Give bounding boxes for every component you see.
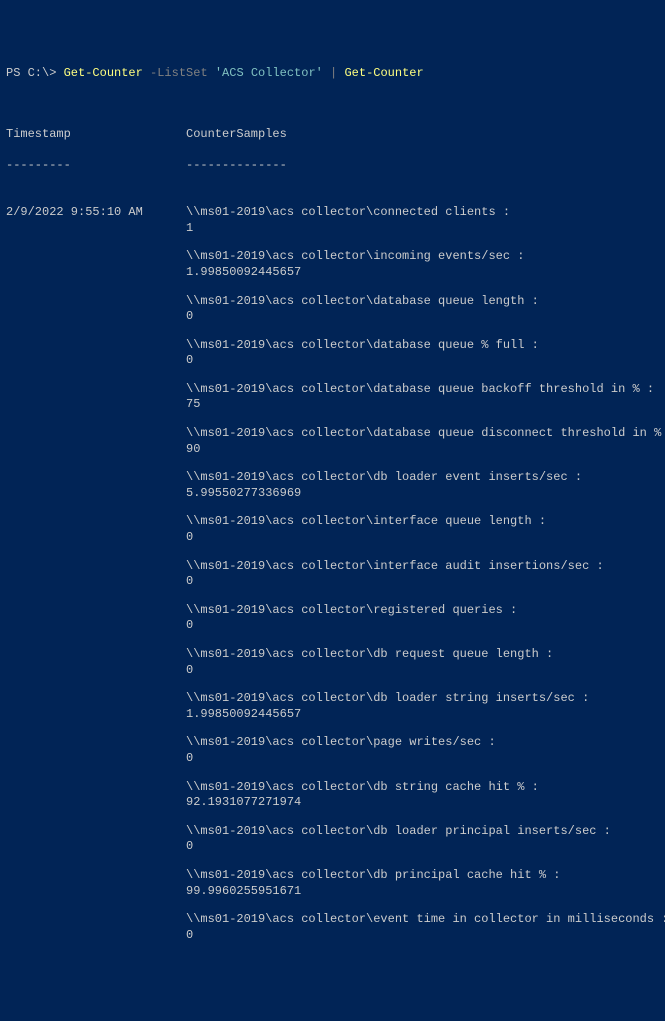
row-gap	[6, 457, 659, 470]
row-gap	[6, 634, 659, 647]
counter-value: 0	[186, 663, 659, 679]
counter-row: \\ms01-2019\acs collector\interface queu…	[6, 514, 659, 545]
counter-value: 5.99550277336969	[186, 486, 659, 502]
counter-path: \\ms01-2019\acs collector\event time in …	[186, 912, 665, 928]
counter-path: \\ms01-2019\acs collector\database queue…	[186, 338, 659, 354]
header-countersamples: CounterSamples	[186, 127, 659, 143]
counter-row: \\ms01-2019\acs collector\db request que…	[6, 647, 659, 678]
row-gap	[6, 501, 659, 514]
counter-value: 75	[186, 397, 659, 413]
counter-value: 0	[186, 309, 659, 325]
counter-value: 99.9960255951671	[186, 884, 659, 900]
header-timestamp: Timestamp	[6, 127, 186, 143]
counter-sample-cell: \\ms01-2019\acs collector\database queue…	[186, 382, 659, 413]
counter-path: \\ms01-2019\acs collector\db loader stri…	[186, 691, 659, 707]
counter-row: \\ms01-2019\acs collector\registered que…	[6, 603, 659, 634]
counter-path: \\ms01-2019\acs collector\db request que…	[186, 647, 659, 663]
output-header-dashes: --------- --------------	[6, 158, 659, 174]
row-gap	[6, 369, 659, 382]
counter-row: \\ms01-2019\acs collector\database queue…	[6, 426, 659, 457]
counter-path: \\ms01-2019\acs collector\database queue…	[186, 382, 659, 398]
counter-value: 0	[186, 530, 659, 546]
counter-sample-cell: \\ms01-2019\acs collector\page writes/se…	[186, 735, 659, 766]
counter-row: \\ms01-2019\acs collector\event time in …	[6, 912, 659, 943]
counter-path: \\ms01-2019\acs collector\database queue…	[186, 426, 665, 442]
counter-path: \\ms01-2019\acs collector\incoming event…	[186, 249, 659, 265]
counter-row: \\ms01-2019\acs collector\page writes/se…	[6, 735, 659, 766]
cmdlet-1: Get-Counter	[64, 66, 143, 80]
counter-sample-cell: \\ms01-2019\acs collector\interface queu…	[186, 514, 659, 545]
output-header-row: Timestamp CounterSamples	[6, 127, 659, 143]
counter-value: 0	[186, 618, 659, 634]
dash-timestamp: ---------	[6, 158, 186, 174]
counter-sample-cell: \\ms01-2019\acs collector\db loader even…	[186, 470, 659, 501]
counter-value: 1.99850092445657	[186, 707, 659, 723]
counter-row: \\ms01-2019\acs collector\database queue…	[6, 294, 659, 325]
row-gap	[6, 678, 659, 691]
row-gap	[6, 811, 659, 824]
counter-sample-cell: \\ms01-2019\acs collector\db loader stri…	[186, 691, 659, 722]
row-gap	[6, 325, 659, 338]
counter-value: 0	[186, 839, 659, 855]
counter-row: \\ms01-2019\acs collector\database queue…	[6, 382, 659, 413]
counter-path: \\ms01-2019\acs collector\db loader prin…	[186, 824, 659, 840]
prompt-line[interactable]: PS C:\> Get-Counter -ListSet 'ACS Collec…	[6, 66, 659, 82]
counter-row: \\ms01-2019\acs collector\db string cach…	[6, 780, 659, 811]
timestamp-cell: 2/9/2022 9:55:10 AM	[6, 205, 186, 221]
counter-value: 0	[186, 574, 659, 590]
counter-sample-cell: \\ms01-2019\acs collector\db request que…	[186, 647, 659, 678]
counter-sample-cell: \\ms01-2019\acs collector\connected clie…	[186, 205, 659, 236]
counter-sample-cell: \\ms01-2019\acs collector\database queue…	[186, 338, 659, 369]
dash-countersamples: --------------	[186, 158, 659, 174]
row-gap	[6, 899, 659, 912]
counter-path: \\ms01-2019\acs collector\database queue…	[186, 294, 659, 310]
counter-row: \\ms01-2019\acs collector\db principal c…	[6, 868, 659, 899]
counter-path: \\ms01-2019\acs collector\db principal c…	[186, 868, 659, 884]
counter-path: \\ms01-2019\acs collector\interface audi…	[186, 559, 659, 575]
pipe: |	[323, 66, 345, 80]
counter-row: \\ms01-2019\acs collector\db loader prin…	[6, 824, 659, 855]
row-gap	[6, 236, 659, 249]
counter-value: 1.99850092445657	[186, 265, 659, 281]
counter-path: \\ms01-2019\acs collector\connected clie…	[186, 205, 659, 221]
counter-row: \\ms01-2019\acs collector\database queue…	[6, 338, 659, 369]
row-gap	[6, 413, 659, 426]
row-gap	[6, 546, 659, 559]
counter-sample-cell: \\ms01-2019\acs collector\db string cach…	[186, 780, 659, 811]
counter-sample-cell: \\ms01-2019\acs collector\db loader prin…	[186, 824, 659, 855]
counter-sample-cell: \\ms01-2019\acs collector\event time in …	[186, 912, 665, 943]
cmd-arg: 'ACS Collector'	[208, 66, 323, 80]
counter-row: \\ms01-2019\acs collector\interface audi…	[6, 559, 659, 590]
counter-path: \\ms01-2019\acs collector\registered que…	[186, 603, 659, 619]
cmdlet-2: Get-Counter	[344, 66, 423, 80]
counter-sample-cell: \\ms01-2019\acs collector\registered que…	[186, 603, 659, 634]
counter-value: 92.1931077271974	[186, 795, 659, 811]
counter-path: \\ms01-2019\acs collector\db loader even…	[186, 470, 659, 486]
counter-sample-cell: \\ms01-2019\acs collector\database queue…	[186, 294, 659, 325]
counter-row: \\ms01-2019\acs collector\db loader stri…	[6, 691, 659, 722]
counter-row: 2/9/2022 9:55:10 AM\\ms01-2019\acs colle…	[6, 205, 659, 236]
counter-path: \\ms01-2019\acs collector\page writes/se…	[186, 735, 659, 751]
counter-sample-cell: \\ms01-2019\acs collector\interface audi…	[186, 559, 659, 590]
counter-sample-cell: \\ms01-2019\acs collector\database queue…	[186, 426, 665, 457]
counter-value: 1	[186, 221, 659, 237]
cmd-flag: -ListSet	[143, 66, 208, 80]
counter-value: 90	[186, 442, 665, 458]
counter-sample-cell: \\ms01-2019\acs collector\incoming event…	[186, 249, 659, 280]
row-gap	[6, 281, 659, 294]
counter-path: \\ms01-2019\acs collector\db string cach…	[186, 780, 659, 796]
counter-row: \\ms01-2019\acs collector\incoming event…	[6, 249, 659, 280]
counter-value: 0	[186, 751, 659, 767]
counter-output: 2/9/2022 9:55:10 AM\\ms01-2019\acs colle…	[6, 205, 659, 943]
counter-sample-cell: \\ms01-2019\acs collector\db principal c…	[186, 868, 659, 899]
counter-value: 0	[186, 928, 665, 944]
counter-path: \\ms01-2019\acs collector\interface queu…	[186, 514, 659, 530]
counter-row: \\ms01-2019\acs collector\db loader even…	[6, 470, 659, 501]
row-gap	[6, 722, 659, 735]
row-gap	[6, 855, 659, 868]
prompt-prefix: PS C:\>	[6, 66, 64, 80]
counter-value: 0	[186, 353, 659, 369]
row-gap	[6, 590, 659, 603]
